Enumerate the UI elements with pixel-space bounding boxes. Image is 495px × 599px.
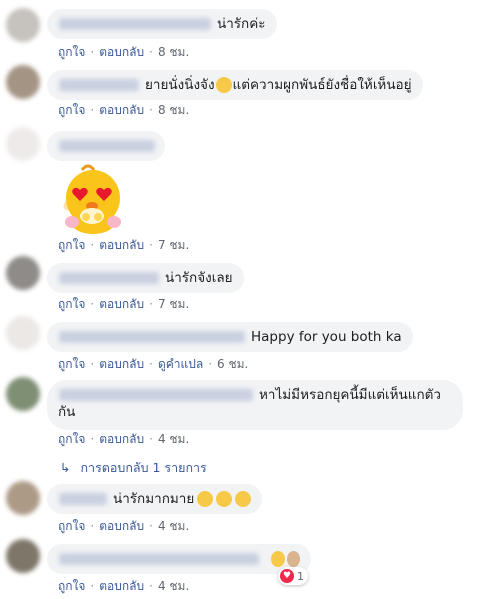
like-link[interactable]: ถูกใจ [58, 357, 85, 371]
comment-actions: ถูกใจ · ตอบกลับ · 4 ชม. [58, 579, 190, 593]
comment-actions: ถูกใจ · ตอบกลับ · 8 ชม. [58, 45, 190, 59]
like-link[interactable]: ถูกใจ [58, 238, 85, 252]
comment-bubble [47, 131, 165, 161]
comment-time[interactable]: 7 ชม. [158, 297, 189, 311]
comment-actions: ถูกใจ · ตอบกลับ · ดูคำแปล · 6 ชม. [58, 357, 249, 371]
commenter-name[interactable] [59, 493, 107, 505]
commenter-name[interactable] [59, 553, 259, 565]
commenter-name[interactable] [59, 389, 253, 401]
avatar[interactable] [6, 65, 40, 99]
like-link[interactable]: ถูกใจ [58, 579, 85, 593]
comment-text: Happy for you both ka [251, 329, 402, 345]
comment-text: ยายนั่งนิ่งจัง [145, 77, 215, 93]
reply-link[interactable]: ตอบกลับ [99, 238, 144, 252]
comment-bubble: Happy for you both ka [47, 322, 413, 352]
heart-eyes-chick-sticker[interactable] [58, 164, 124, 234]
comment-bubble: น่ารักค่ะ [47, 9, 277, 39]
replies-count-label: การตอบกลับ 1 รายการ [80, 460, 207, 475]
avatar[interactable] [6, 127, 40, 161]
reply-link[interactable]: ตอบกลับ [99, 579, 144, 593]
reaction-summary[interactable]: ♥ 1 [278, 567, 308, 585]
avatar[interactable] [6, 377, 40, 411]
comment-bubble [47, 544, 311, 574]
avatar[interactable] [6, 8, 40, 42]
comment-actions: ถูกใจ · ตอบกลับ · 4 ชม. [58, 519, 190, 533]
commenter-name[interactable] [59, 331, 245, 343]
like-link[interactable]: ถูกใจ [58, 432, 85, 446]
comment-time[interactable]: 8 ชม. [158, 103, 189, 117]
comment-text: หาไม่มีหรอกยุคนี้มีแต่เห็นแกตัว [259, 387, 441, 403]
avatar[interactable] [6, 316, 40, 350]
comment-actions: ถูกใจ · ตอบกลับ · 7 ชม. [58, 297, 190, 311]
reply-link[interactable]: ตอบกลับ [99, 297, 144, 311]
reply-link[interactable]: ตอบกลับ [99, 103, 144, 117]
comment-text-continued: กัน [58, 404, 76, 420]
like-link[interactable]: ถูกใจ [58, 297, 85, 311]
heart-reaction-icon: ♥ [280, 569, 294, 583]
comment-time[interactable]: 7 ชม. [158, 238, 189, 252]
comment-time[interactable]: 4 ชม. [158, 579, 189, 593]
comment-bubble: ยายนั่งนิ่งจัง แต่ความผูกพันธ์ยังชื่อให้… [47, 70, 423, 100]
comment-text-continued: แต่ความผูกพันธ์ยังชื่อให้เห็นอยู่ [232, 77, 412, 93]
comment-bubble: น่ารักจังเลย [47, 263, 244, 293]
commenter-name[interactable] [59, 140, 155, 152]
see-translation-link[interactable]: ดูคำแปล [158, 357, 203, 371]
reply-link[interactable]: ตอบกลับ [99, 357, 144, 371]
comment-text: น่ารักมากมาย [113, 491, 195, 507]
avatar[interactable] [6, 481, 40, 515]
reply-link[interactable]: ตอบกลับ [99, 432, 144, 446]
comment-time[interactable]: 8 ชม. [158, 45, 189, 59]
comment-bubble: น่ารักมากมาย [47, 484, 263, 514]
heart-eyes-emoji-icon [216, 491, 233, 507]
old-man-emoji-icon [286, 551, 300, 567]
comment-time[interactable]: 4 ชม. [158, 432, 189, 446]
reply-link[interactable]: ตอบกลับ [99, 45, 144, 59]
comment-bubble: หาไม่มีหรอกยุคนี้มีแต่เห็นแกตัว กัน [47, 380, 463, 430]
like-link[interactable]: ถูกใจ [58, 103, 85, 117]
heart-eyes-emoji-icon [197, 491, 214, 507]
comment-text: น่ารักค่ะ [217, 16, 266, 32]
reply-arrow-icon: ↳ [60, 460, 71, 475]
reply-link[interactable]: ตอบกลับ [99, 519, 144, 533]
commenter-name[interactable] [59, 79, 139, 91]
like-link[interactable]: ถูกใจ [58, 519, 85, 533]
comment-actions: ถูกใจ · ตอบกลับ · 4 ชม. [58, 432, 190, 446]
grimacing-face-emoji-icon [271, 551, 285, 567]
heart-eyes-emoji-icon [235, 491, 252, 507]
commenter-name[interactable] [59, 272, 159, 284]
comment-actions: ถูกใจ · ตอบกลับ · 7 ชม. [58, 238, 190, 252]
comment-time[interactable]: 6 ชม. [217, 357, 248, 371]
comment-text: น่ารักจังเลย [165, 270, 233, 286]
view-replies-link[interactable]: ↳ การตอบกลับ 1 รายการ [60, 458, 207, 478]
avatar[interactable] [6, 256, 40, 290]
commenter-name[interactable] [59, 18, 211, 30]
worried-face-emoji-icon [215, 77, 232, 93]
comment-time[interactable]: 4 ชม. [158, 519, 189, 533]
reaction-count: 1 [297, 569, 304, 583]
avatar[interactable] [6, 539, 40, 573]
comment-actions: ถูกใจ · ตอบกลับ · 8 ชม. [58, 103, 190, 117]
like-link[interactable]: ถูกใจ [58, 45, 85, 59]
